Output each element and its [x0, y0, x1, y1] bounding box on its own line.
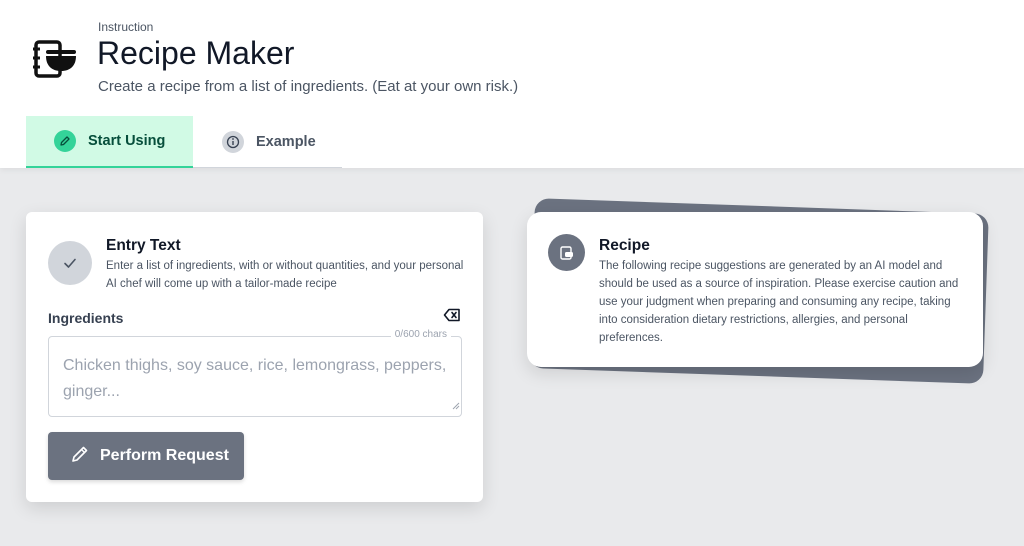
tab-example-label: Example [256, 134, 316, 150]
tab-start-using-label: Start Using [88, 133, 166, 149]
perform-request-label: Perform Request [100, 447, 229, 464]
ingredients-input[interactable] [49, 337, 461, 416]
clear-text-icon[interactable] [443, 308, 461, 327]
pencil-icon [54, 130, 76, 152]
page-header: Instruction Recipe Maker Create a recipe… [0, 0, 1024, 168]
info-icon [222, 131, 244, 153]
entry-description: Enter a list of ingredients, with or wit… [106, 260, 464, 290]
page-title: Recipe Maker [97, 35, 295, 71]
resize-handle-icon[interactable] [452, 397, 460, 415]
entry-card: Entry Text Enter a list of ingredients, … [26, 212, 483, 502]
check-icon [48, 241, 92, 285]
entry-title: Entry Text [106, 237, 181, 254]
recipe-title: Recipe [599, 237, 650, 254]
ingredients-label: Ingredients [48, 310, 124, 326]
recipe-card: Recipe The following recipe suggestions … [527, 212, 983, 367]
ingredients-field: 0/600 chars [48, 329, 462, 417]
bowl-book-icon [32, 40, 78, 78]
char-counter: 0/600 chars [390, 329, 451, 340]
tab-bar: Start Using Example [26, 116, 342, 168]
tab-example[interactable]: Example [220, 116, 342, 168]
header-kicker: Instruction [98, 20, 154, 34]
recipe-output-icon [548, 234, 585, 271]
tab-start-using[interactable]: Start Using [26, 116, 193, 168]
perform-request-button[interactable]: Perform Request [48, 432, 244, 480]
page-subtitle: Create a recipe from a list of ingredien… [98, 78, 519, 95]
recipe-description: The following recipe suggestions are gen… [599, 260, 959, 344]
pencil-icon [70, 444, 90, 469]
